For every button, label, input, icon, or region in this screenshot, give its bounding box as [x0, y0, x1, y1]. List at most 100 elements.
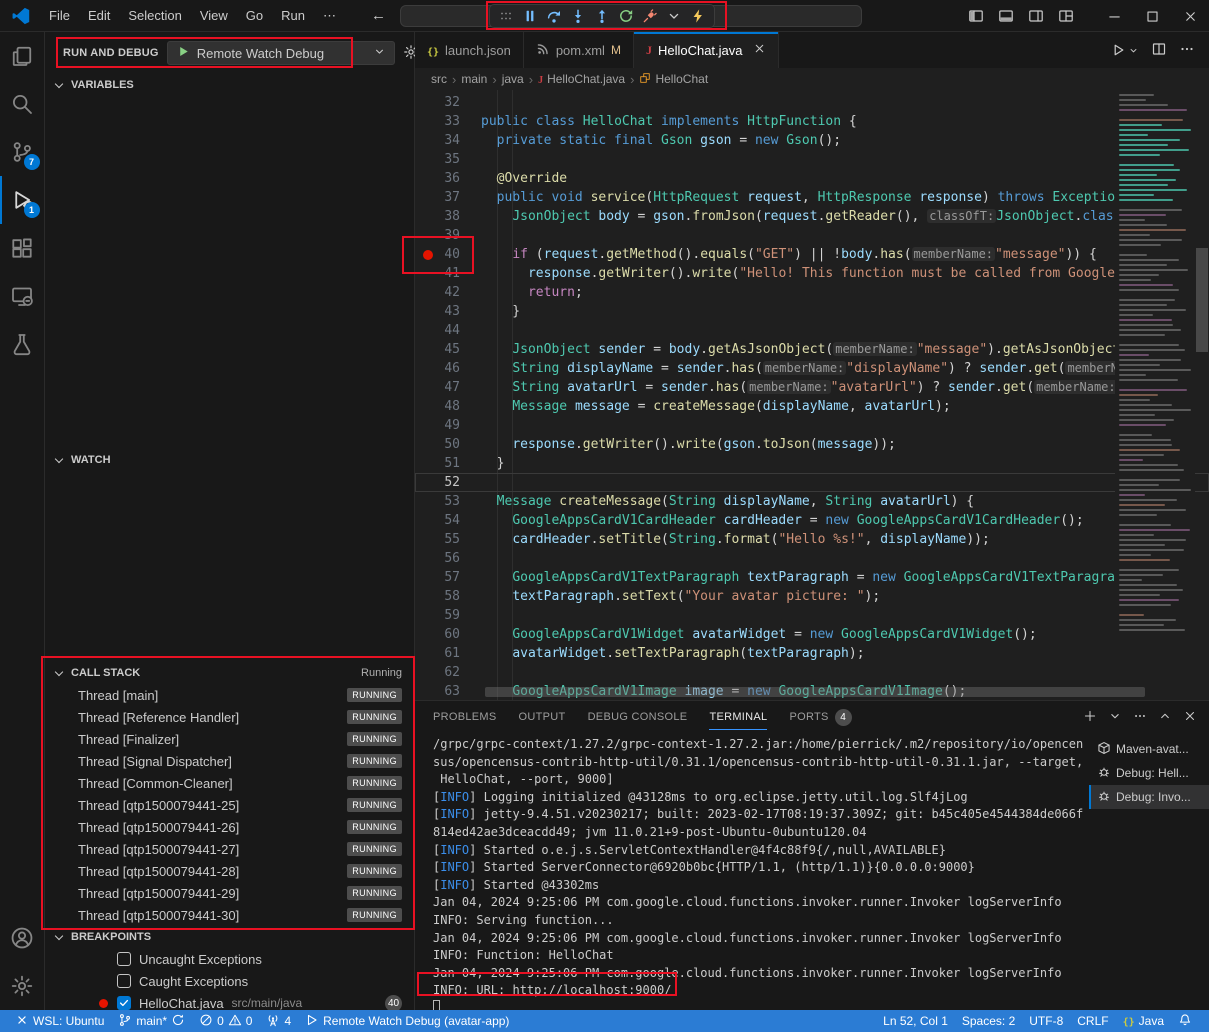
hot-code-replace-icon[interactable]: [688, 6, 708, 26]
breakpoint-row[interactable]: Caught Exceptions: [45, 970, 414, 992]
status-eol[interactable]: CRLF: [1070, 1010, 1115, 1032]
variables-title: VARIABLES: [71, 79, 134, 91]
watch-body: [45, 471, 414, 662]
vertical-scrollbar[interactable]: [1195, 90, 1209, 700]
step-out-icon[interactable]: [592, 6, 612, 26]
activity-run-and-debug[interactable]: 1: [0, 176, 45, 224]
breakpoint-checkbox[interactable]: [117, 974, 131, 988]
toggle-secondary-sidebar-icon[interactable]: [1021, 0, 1051, 32]
maximize-icon[interactable]: [1133, 0, 1171, 32]
menu-go[interactable]: Go: [237, 4, 272, 27]
step-over-icon[interactable]: [544, 6, 564, 26]
pause-icon[interactable]: [520, 6, 540, 26]
disconnect-icon[interactable]: [640, 6, 660, 26]
minimap[interactable]: [1115, 90, 1195, 700]
activity-accounts[interactable]: [0, 914, 45, 962]
menu-selection[interactable]: Selection: [119, 4, 190, 27]
activity-search[interactable]: [0, 80, 45, 128]
menu-file[interactable]: File: [40, 4, 79, 27]
status-language-mode[interactable]: {}Java: [1116, 1010, 1171, 1032]
panel-tab-problems[interactable]: PROBLEMS: [433, 701, 497, 733]
call-stack-thread-row[interactable]: Thread [qtp1500079441-28]RUNNING: [45, 860, 414, 882]
status-git-branch[interactable]: main*: [111, 1010, 192, 1032]
breadcrumb-item[interactable]: main: [461, 72, 487, 86]
status-problems[interactable]: 00: [192, 1010, 259, 1032]
step-into-icon[interactable]: [568, 6, 588, 26]
breakpoint-row[interactable]: HelloChat.javasrc/main/java40: [45, 992, 414, 1010]
call-stack-thread-row[interactable]: Thread [Common-Cleaner]RUNNING: [45, 772, 414, 794]
activity-source-control[interactable]: 7: [0, 128, 45, 176]
panel-tab-ports[interactable]: PORTS4: [789, 701, 851, 733]
minimize-icon[interactable]: [1095, 0, 1133, 32]
variables-section-header[interactable]: VARIABLES: [45, 74, 414, 96]
status-debug-status[interactable]: Remote Watch Debug (avatar-app): [298, 1010, 516, 1032]
menu-view[interactable]: View: [191, 4, 237, 27]
terminal-output[interactable]: /grpc/grpc-context/1.27.2/grpc-context-1…: [415, 733, 1089, 1010]
status-remote-indicator[interactable]: WSL: Ubuntu: [8, 1010, 111, 1032]
launch-config-dropdown[interactable]: Remote Watch Debug: [167, 41, 395, 65]
call-stack-thread-row[interactable]: Thread [Finalizer]RUNNING: [45, 728, 414, 750]
call-stack-thread-row[interactable]: Thread [Signal Dispatcher]RUNNING: [45, 750, 414, 772]
call-stack-thread-row[interactable]: Thread [qtp1500079441-29]RUNNING: [45, 882, 414, 904]
editor-more-icon[interactable]: [1179, 41, 1195, 60]
panel-more-icon[interactable]: [1133, 709, 1147, 726]
menu-edit[interactable]: Edit: [79, 4, 119, 27]
breadcrumb-item[interactable]: java: [502, 72, 524, 86]
terminal-session-debug-hello[interactable]: Debug: Hell...: [1089, 761, 1209, 785]
breakpoints-section-header[interactable]: BREAKPOINTS: [45, 926, 414, 948]
terminal-profile-dropdown-icon[interactable]: [1108, 709, 1122, 726]
watch-section-header[interactable]: WATCH: [45, 449, 414, 471]
horizontal-scrollbar[interactable]: [485, 687, 1145, 697]
call-stack-thread-row[interactable]: Thread [qtp1500079441-25]RUNNING: [45, 794, 414, 816]
panel-tab-terminal[interactable]: TERMINAL: [709, 701, 767, 733]
status-indentation[interactable]: Spaces: 2: [955, 1010, 1022, 1032]
restart-icon[interactable]: [616, 6, 636, 26]
activity-explorer[interactable]: [0, 32, 45, 80]
back-arrow-icon[interactable]: ←: [371, 7, 386, 24]
status-cursor-position[interactable]: Ln 52, Col 1: [876, 1010, 955, 1032]
activity-extensions[interactable]: [0, 224, 45, 272]
breakpoint-dot-icon[interactable]: [423, 250, 433, 260]
menu-more[interactable]: ⋯: [314, 4, 345, 28]
close-window-icon[interactable]: [1171, 0, 1209, 32]
chevron-down-icon[interactable]: [664, 6, 684, 26]
breadcrumb-item[interactable]: src: [431, 72, 447, 86]
status-forwarded-ports[interactable]: 4: [259, 1010, 298, 1032]
breakpoint-checkbox[interactable]: [117, 952, 131, 966]
call-stack-thread-row[interactable]: Thread [qtp1500079441-30]RUNNING: [45, 904, 414, 926]
breadcrumb-item[interactable]: JHelloChat.java: [538, 72, 625, 86]
code-editor[interactable]: 3233public class HelloChat implements Ht…: [415, 90, 1209, 700]
terminal-session-maven[interactable]: Maven-avat...: [1089, 737, 1209, 761]
panel-tab-debug-console[interactable]: DEBUG CONSOLE: [588, 701, 688, 733]
customize-layout-icon[interactable]: [1051, 0, 1081, 32]
close-tab-icon[interactable]: [753, 42, 766, 58]
terminal-session-debug-invoker[interactable]: Debug: Invo...: [1089, 785, 1209, 809]
breadcrumb-item[interactable]: HelloChat: [639, 72, 708, 87]
call-stack-thread-row[interactable]: Thread [Reference Handler]RUNNING: [45, 706, 414, 728]
menu-run[interactable]: Run: [272, 4, 314, 27]
tab-launch-json[interactable]: {}launch.json: [415, 32, 524, 68]
breakpoint-row[interactable]: Uncaught Exceptions: [45, 948, 414, 970]
run-java-button[interactable]: [1110, 42, 1139, 58]
new-terminal-icon[interactable]: [1083, 709, 1097, 726]
tab-pom-xml[interactable]: pom.xmlM: [524, 32, 634, 68]
toggle-sidebar-icon[interactable]: [961, 0, 991, 32]
call-stack-thread-row[interactable]: Thread [qtp1500079441-26]RUNNING: [45, 816, 414, 838]
call-stack-thread-row[interactable]: Thread [main]RUNNING: [45, 684, 414, 706]
call-stack-section-header[interactable]: CALL STACK Running: [45, 662, 414, 684]
toggle-panel-icon[interactable]: [991, 0, 1021, 32]
tab-hellochat-java[interactable]: JHelloChat.java: [634, 32, 779, 68]
maximize-panel-icon[interactable]: [1158, 709, 1172, 726]
start-debug-icon[interactable]: [176, 44, 191, 62]
status-notifications[interactable]: [1171, 1010, 1199, 1032]
activity-remote-explorer[interactable]: [0, 272, 45, 320]
status-encoding[interactable]: UTF-8: [1022, 1010, 1070, 1032]
call-stack-thread-row[interactable]: Thread [qtp1500079441-27]RUNNING: [45, 838, 414, 860]
drag-gripper[interactable]: [496, 6, 516, 26]
activity-settings[interactable]: [0, 962, 45, 1010]
close-panel-icon[interactable]: [1183, 709, 1197, 726]
panel-tab-output[interactable]: OUTPUT: [519, 701, 566, 733]
activity-testing[interactable]: [0, 320, 45, 368]
split-editor-icon[interactable]: [1151, 41, 1167, 60]
breakpoint-checkbox[interactable]: [117, 996, 131, 1010]
